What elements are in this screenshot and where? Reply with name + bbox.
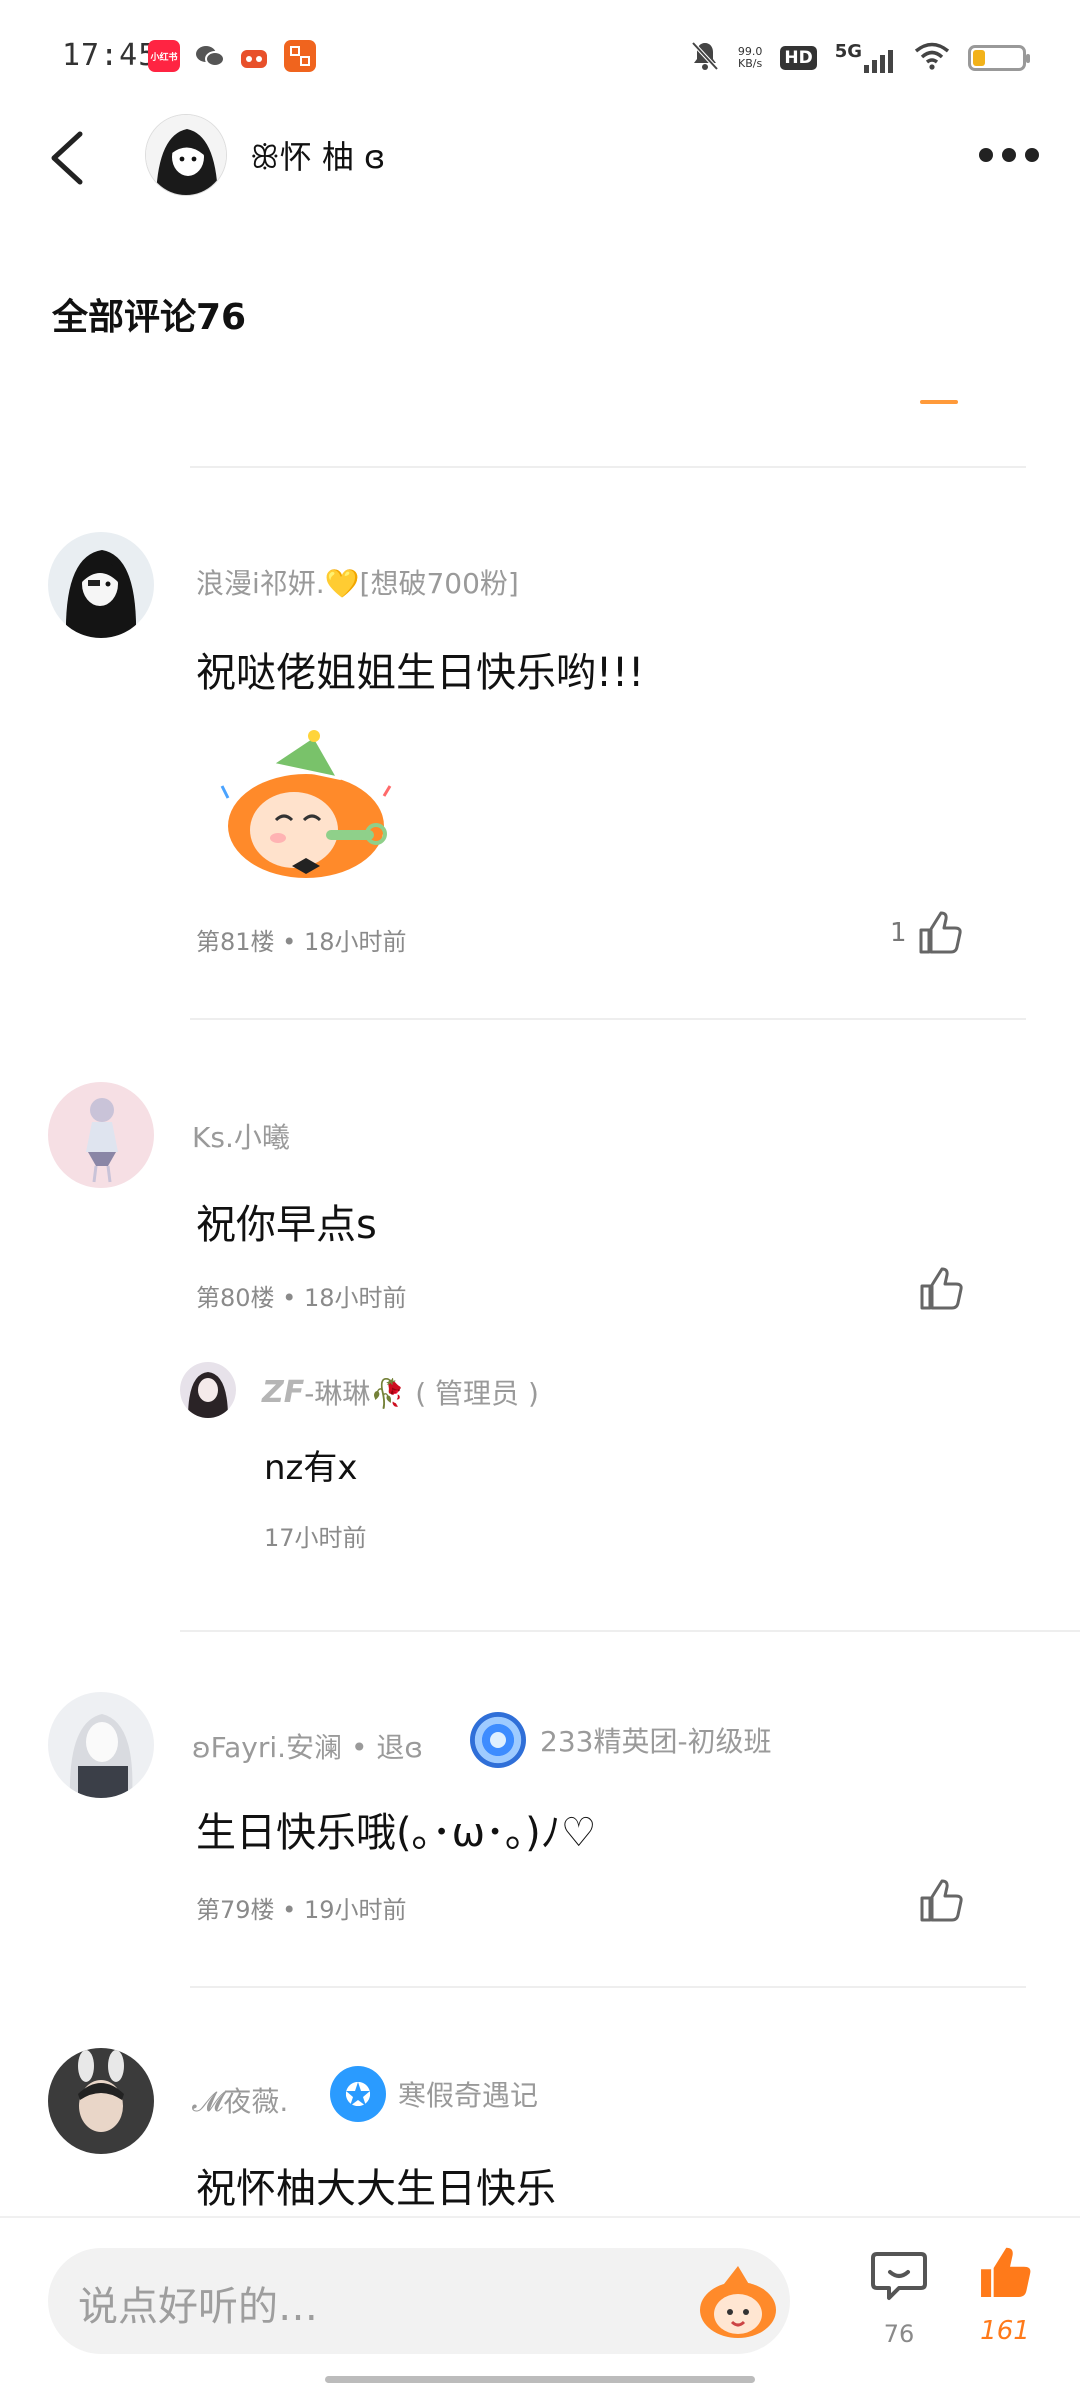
comment-meta: 第80楼 • 18小时前	[196, 1284, 407, 1312]
thumbs-up-filled-icon	[981, 2247, 1031, 2297]
header-username[interactable]: ꕥ怀 柚 ɞ	[250, 132, 385, 178]
net-speed: 99.0 KB/s	[737, 45, 763, 70]
divider	[190, 1986, 1026, 1988]
birthday-sticker-image[interactable]	[214, 726, 404, 886]
status-time: 17:45	[62, 38, 158, 73]
comment-username[interactable]: 𝓜夜薇.	[192, 2080, 288, 2120]
mute-bell-icon	[690, 40, 720, 76]
comment-text: 生日快乐哦(｡･ω･｡)ﾉ♡	[196, 1810, 597, 1856]
divider	[180, 1630, 1080, 1632]
comment-bubble-icon	[871, 2252, 927, 2300]
like-button[interactable]	[918, 1878, 964, 1928]
comment-username[interactable]: ʚFayri.安澜 • 退ɞ	[192, 1726, 423, 1766]
comment-avatar[interactable]	[48, 2048, 154, 2154]
wifi-icon	[914, 42, 950, 74]
reply-time: 17小时前	[264, 1524, 367, 1552]
comment-avatar[interactable]	[48, 532, 154, 638]
group-badge-label: 233精英团-初级班	[540, 1725, 772, 1758]
reply-username[interactable]: ZF -琳琳🥀 ( 管理员 )	[262, 1372, 539, 1412]
comments-button[interactable]: 76	[868, 2246, 930, 2348]
divider	[190, 1018, 1026, 1020]
battery-icon	[968, 45, 1030, 71]
comment-text: 祝哒佬姐姐生日快乐哟!!!	[196, 650, 645, 696]
header-avatar[interactable]	[145, 114, 227, 196]
blue-medal-icon	[470, 1712, 526, 1768]
comment-text: 祝你早点s	[196, 1202, 377, 1248]
wechat-icon	[194, 40, 226, 72]
comment-username[interactable]: 浪漫i祁妍.💛[想破700粉]	[196, 562, 519, 602]
like-button[interactable]: 1	[890, 910, 963, 956]
like-button[interactable]	[918, 1266, 964, 1316]
like-count: 161	[980, 2316, 1030, 2346]
more-options-button[interactable]	[978, 146, 1040, 168]
comment-meta: 第81楼 • 18小时前	[196, 928, 407, 956]
star-badge-icon	[330, 2066, 386, 2122]
signal-bars-icon	[864, 50, 893, 73]
emoji-sticker-button[interactable]	[694, 2262, 782, 2342]
like-post-button[interactable]: 161	[970, 2244, 1040, 2346]
comment-avatar[interactable]	[48, 1082, 154, 1188]
status-indicators: 99.0 KB/s HD 5G	[690, 40, 1030, 76]
comment-username[interactable]: Ks.小曦	[192, 1116, 290, 1156]
reply-text: nz有x	[264, 1448, 358, 1488]
event-badge[interactable]: 寒假奇遇记	[330, 2066, 538, 2122]
comment-count: 76	[883, 2320, 915, 2348]
comment-avatar[interactable]	[48, 1692, 154, 1798]
thumbs-up-icon	[920, 1267, 963, 1310]
hd-badge: HD	[780, 46, 817, 70]
shopping-app-icon	[284, 40, 316, 72]
comment-text: 祝怀柚大大生日快乐	[196, 2166, 556, 2212]
admin-role-label: ( 管理员 )	[415, 1377, 539, 1410]
group-badge[interactable]: 233精英团-初级班	[470, 1712, 772, 1768]
more-dots-icon	[979, 148, 1039, 162]
back-arrow-icon	[51, 131, 83, 185]
game-app-icon	[238, 40, 270, 72]
mascot-emoji-icon	[700, 2266, 776, 2338]
event-badge-label: 寒假奇遇记	[398, 2079, 539, 2112]
back-button[interactable]	[44, 128, 88, 192]
comment-input-placeholder: 说点好听的…	[78, 2284, 318, 2330]
reply-avatar[interactable]	[180, 1362, 236, 1418]
thumbs-up-icon	[919, 911, 962, 954]
thumbs-up-icon	[920, 1879, 963, 1922]
comment-meta: 第79楼 • 19小时前	[196, 1896, 407, 1924]
like-count: 1	[890, 918, 907, 948]
home-indicator[interactable]	[325, 2376, 755, 2383]
divider	[190, 466, 1026, 468]
signal-5g: 5G	[835, 43, 896, 73]
all-comments-title: 全部评论76	[52, 297, 247, 338]
scrolled-content-fragment	[920, 400, 958, 404]
xiaohongshu-icon: 小红书	[148, 40, 180, 72]
